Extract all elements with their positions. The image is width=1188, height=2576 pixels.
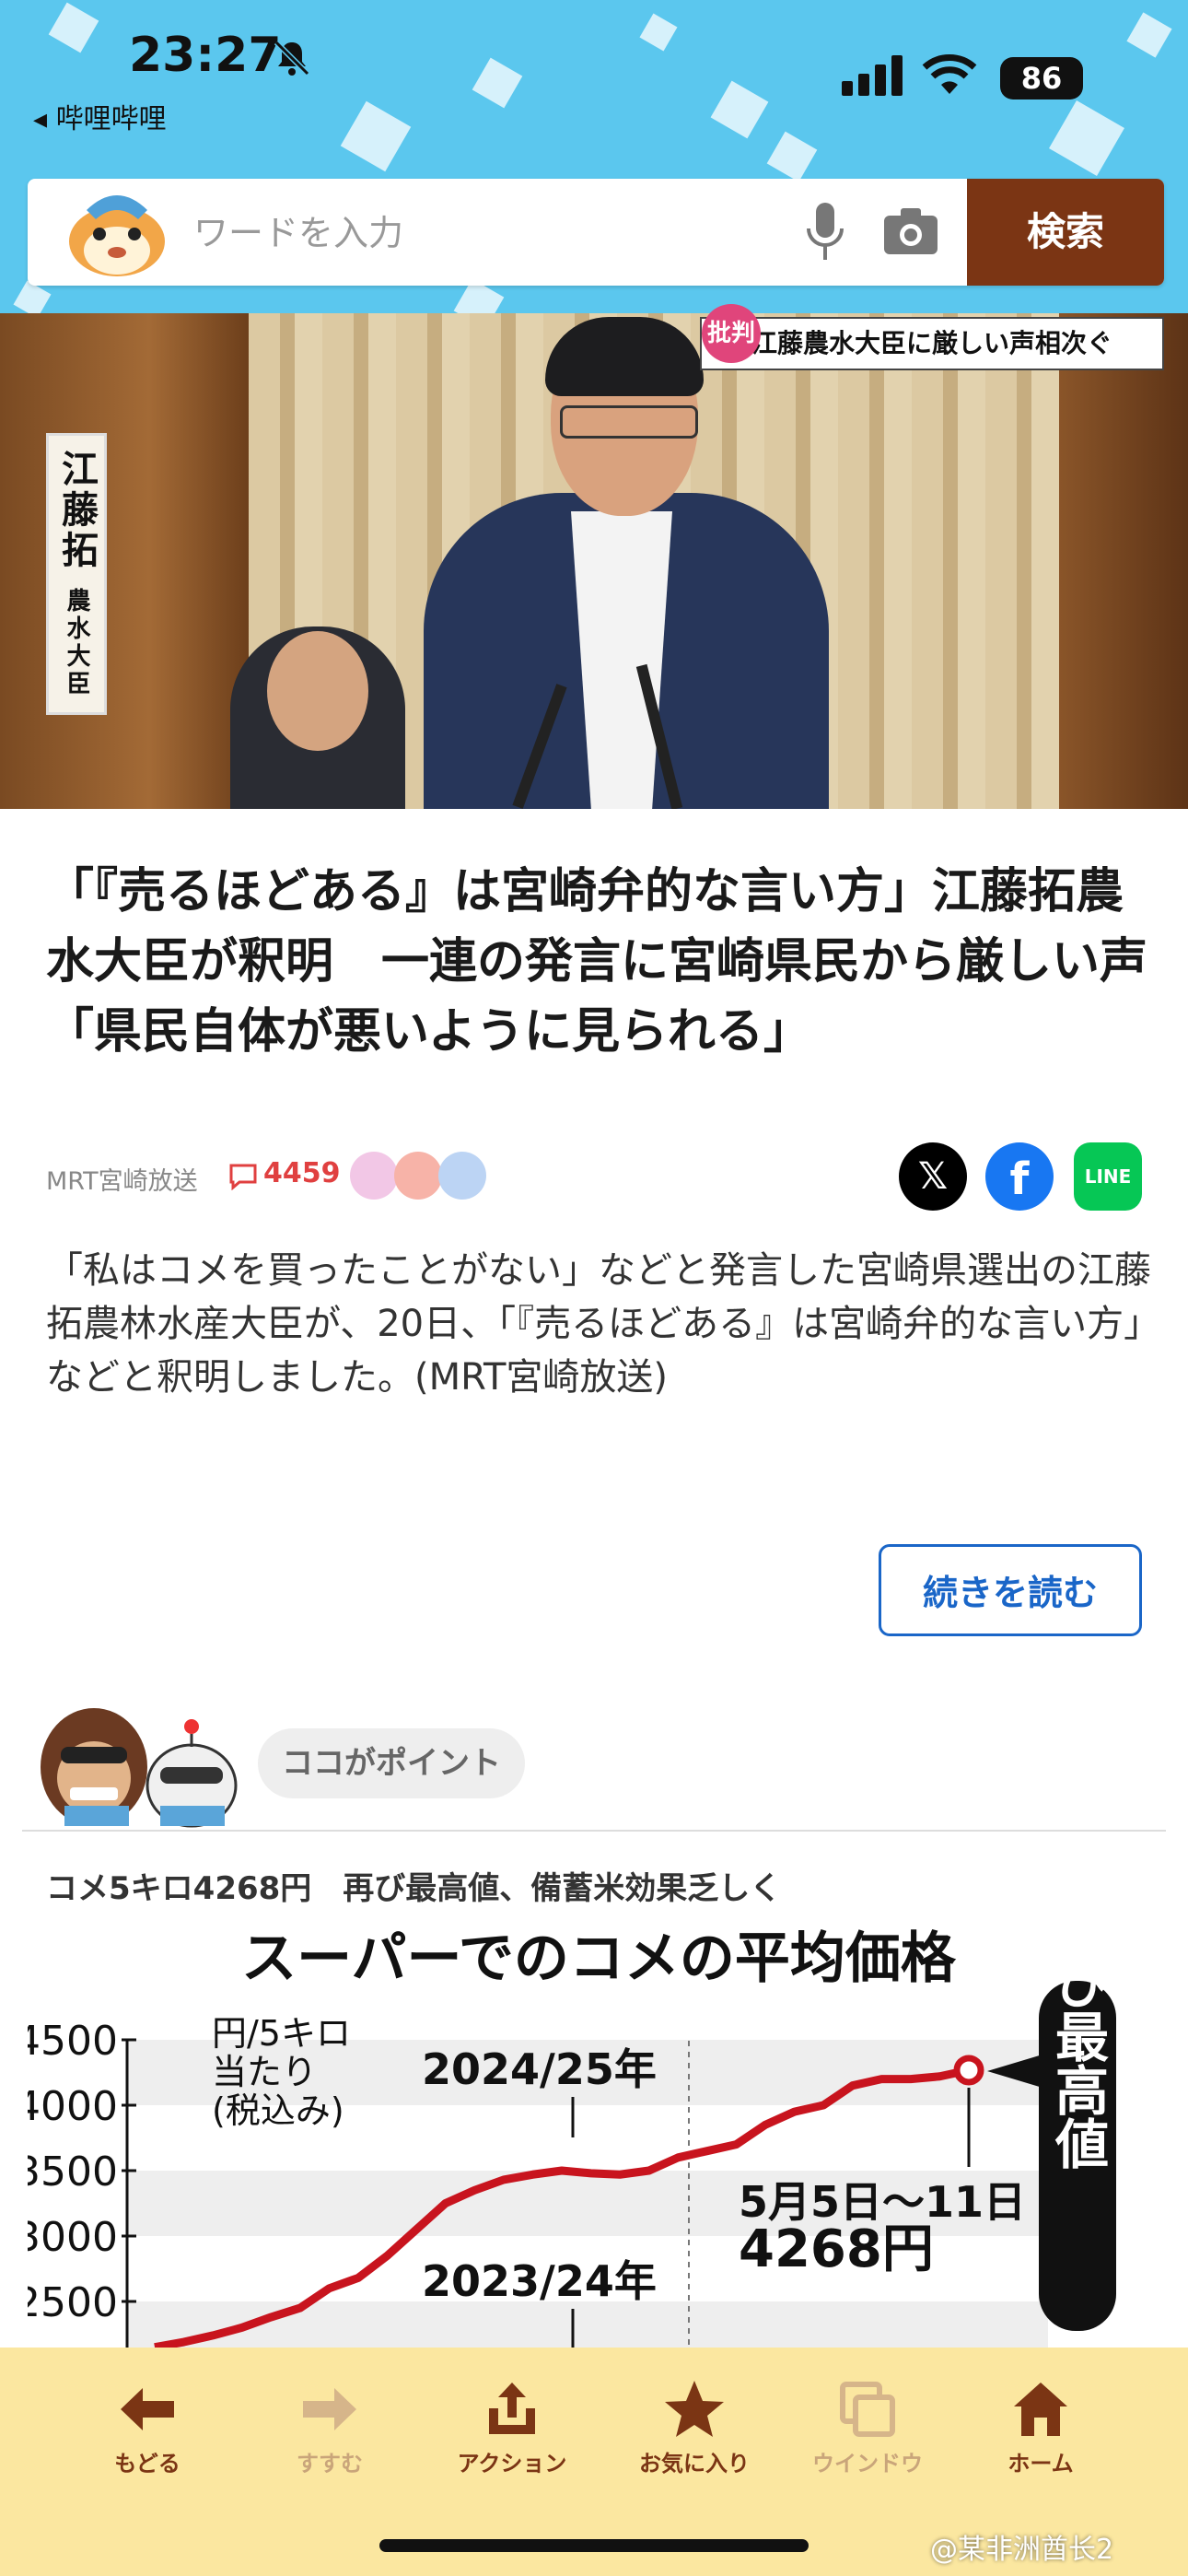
reaction-sad-icon[interactable] xyxy=(394,1152,442,1200)
comment-count[interactable]: 4459 xyxy=(263,1157,341,1189)
person-seated-head xyxy=(267,631,368,751)
action-label: アクション xyxy=(457,2451,567,2476)
chart-unit-line-2: 当たり xyxy=(212,2052,317,2092)
favorite-button[interactable]: お気に入り xyxy=(611,2377,777,2477)
y-tick-label: 3000 xyxy=(28,2214,118,2261)
camera-icon[interactable] xyxy=(880,203,941,260)
point-title[interactable]: コメ5キロ4268円 再び最高値、備蓄米効果乏しく xyxy=(46,1863,781,1908)
point-bubble[interactable]: ココがポイント xyxy=(258,1728,525,1798)
article-photo[interactable]: 江藤拓 農水大臣 xyxy=(0,313,1188,809)
reaction-think-icon[interactable] xyxy=(438,1152,486,1200)
chart-unit-line-1: 円/5キロ xyxy=(212,2013,351,2054)
watermark: @某非洲酋长2 xyxy=(930,2534,1114,2566)
reaction-smile-icon[interactable] xyxy=(350,1152,398,1200)
home-label: ホーム xyxy=(1007,2451,1074,2476)
caption-tag: 批判 xyxy=(702,304,761,363)
arrow-left-icon xyxy=(121,2388,174,2430)
article-source[interactable]: MRT宮崎放送 xyxy=(46,1161,198,1197)
share-x-button[interactable]: 𝕏 xyxy=(899,1142,967,1211)
confetti xyxy=(1126,12,1172,58)
confetti xyxy=(48,2,99,53)
series-label-2023: 2023/24年 xyxy=(422,2256,657,2306)
bell-muted-icon xyxy=(274,40,310,76)
wood-panel xyxy=(1059,313,1188,809)
chart-band xyxy=(127,2301,1048,2349)
series-label-2024: 2024/25年 xyxy=(422,2044,657,2094)
microphone-icon[interactable] xyxy=(801,199,849,265)
article-summary: 「私はコメを買ったことがない」などと発言した宮崎県選出の江藤拓農林水産大臣が、2… xyxy=(46,1249,1151,1399)
browser-header: 23:27 ◂ 哔哩哔哩 86 ワードを入力 検索 xyxy=(0,0,1188,313)
favorite-label: お気に入り xyxy=(639,2451,750,2476)
window-label: ウインドウ xyxy=(812,2451,923,2476)
home-indicator[interactable] xyxy=(379,2539,809,2552)
wood-panel xyxy=(0,313,249,809)
search-input[interactable] xyxy=(192,205,785,262)
confetti xyxy=(710,80,769,139)
confetti xyxy=(472,57,523,109)
star-icon xyxy=(665,2381,724,2437)
share-line-button[interactable]: LINE xyxy=(1074,1142,1142,1211)
photo-caption: 江藤農水大臣に厳しい声相次ぐ xyxy=(700,317,1164,370)
cellular-signal-icon xyxy=(842,55,903,96)
back-to-app-link[interactable]: ◂ 哔哩哔哩 xyxy=(33,96,167,136)
forward-label: すすむ xyxy=(297,2451,363,2476)
y-tick-label: 3500 xyxy=(28,2149,118,2195)
home-icon xyxy=(1014,2383,1067,2436)
annotation-value: 4268円 xyxy=(739,2219,934,2279)
rice-price-chart[interactable]: スーパーでのコメの平均価格 4500 4000 3500 3000 2500 円/5キロ… xyxy=(28,1926,1170,2349)
chart-title: スーパーでのコメの平均価格 xyxy=(241,1926,957,1991)
read-more-button[interactable]: 続きを読む xyxy=(879,1544,1142,1636)
confetti xyxy=(766,131,818,182)
share-icon xyxy=(489,2383,535,2434)
article-headline[interactable]: 「『売るほどある』は宮崎弁的な言い方」江藤拓農水大臣が釈明 一連の発言に宮崎県民… xyxy=(46,857,1151,1067)
latest-point-marker xyxy=(953,2055,984,2086)
home-button[interactable]: ホーム xyxy=(958,2377,1124,2477)
comment-icon[interactable] xyxy=(228,1163,258,1190)
y-tick-label: 2500 xyxy=(28,2279,118,2326)
window-button[interactable]: ウインドウ xyxy=(785,2377,950,2477)
mascot-characters-icon xyxy=(41,1708,238,1828)
windows-icon xyxy=(840,2382,895,2437)
confetti xyxy=(1049,100,1124,176)
glasses xyxy=(560,405,698,439)
back-button[interactable]: もどる xyxy=(64,2377,230,2477)
nameplate-name: 江藤拓 xyxy=(55,450,98,572)
status-time: 23:27 xyxy=(129,28,282,83)
action-button[interactable]: アクション xyxy=(429,2377,595,2477)
confetti xyxy=(340,100,412,172)
chart-unit-line-3: (税込み) xyxy=(212,2090,344,2131)
share-facebook-button[interactable]: f xyxy=(985,1142,1054,1211)
highest-badge-label: 再び最高値 xyxy=(1046,1926,1110,2170)
arrow-right-icon xyxy=(303,2388,356,2430)
nameplate-title: 農水大臣 xyxy=(63,587,90,698)
search-bar: 検索 xyxy=(28,179,1164,286)
divider xyxy=(22,1830,1166,1832)
y-tick-label: 4500 xyxy=(28,2018,118,2065)
wifi-icon xyxy=(922,54,977,94)
chart-ticks: 4500 4000 3500 3000 2500 xyxy=(28,2018,136,2349)
mascot-logo-icon xyxy=(69,195,165,276)
search-button[interactable]: 検索 xyxy=(967,179,1164,286)
y-tick-label: 4000 xyxy=(28,2083,118,2130)
battery-indicator: 86 xyxy=(1000,57,1083,100)
forward-button[interactable]: すすむ xyxy=(247,2377,413,2477)
back-label: もどる xyxy=(114,2451,181,2476)
nameplate: 江藤拓 農水大臣 xyxy=(46,433,107,715)
confetti xyxy=(639,13,678,52)
